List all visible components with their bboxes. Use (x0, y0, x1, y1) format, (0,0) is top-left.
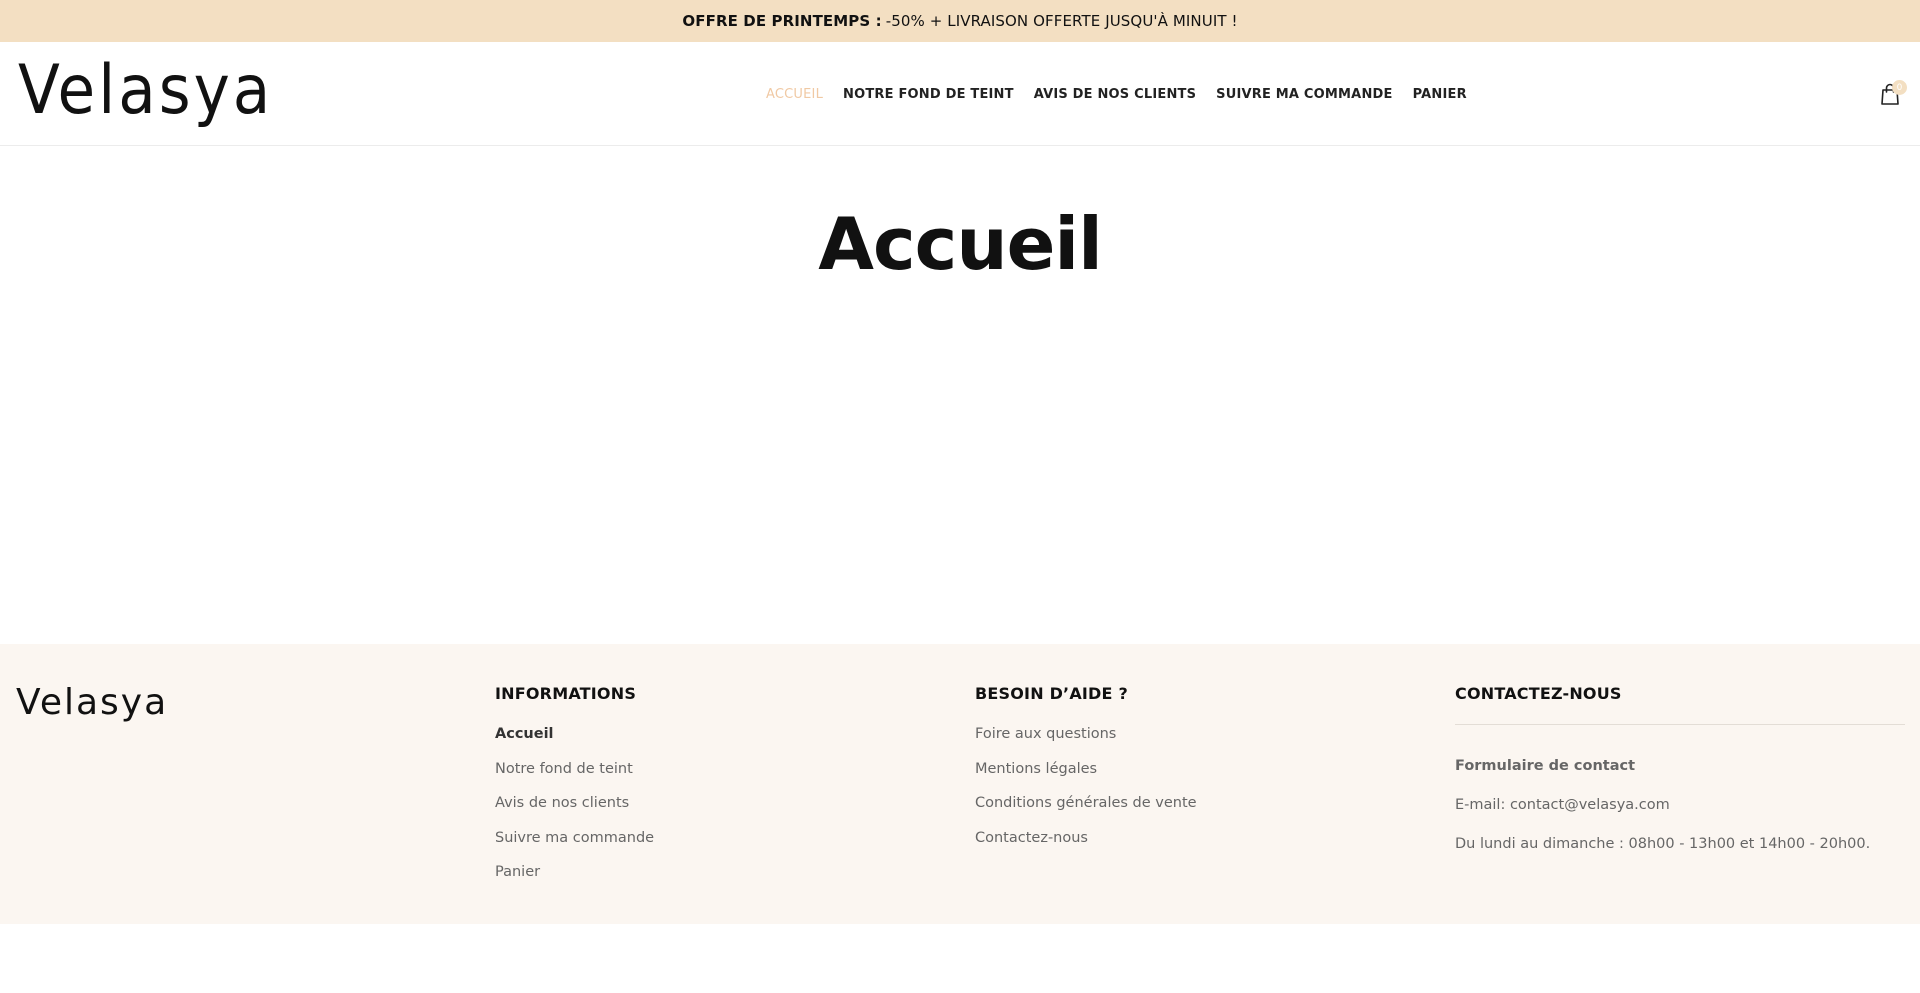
site-logo[interactable]: Velasya (18, 50, 273, 132)
footer-informations-heading: INFORMATIONS (495, 684, 637, 703)
main-nav: ACCUEIL NOTRE FOND DE TEINT AVIS DE NOS … (766, 42, 1467, 146)
nav-item-fond-de-teint[interactable]: NOTRE FOND DE TEINT (843, 87, 1014, 102)
footer-link-cgv[interactable]: Conditions générales de vente (975, 793, 1197, 828)
cart-count-badge: 0 (1892, 80, 1907, 95)
footer-logo[interactable]: Velasya (16, 682, 168, 723)
announcement-label: OFFRE DE PRINTEMPS : (682, 12, 882, 30)
footer-link-suivre-commande[interactable]: Suivre ma commande (495, 828, 654, 863)
footer-link-mentions-legales[interactable]: Mentions légales (975, 759, 1197, 794)
footer-contact-divider (1455, 724, 1905, 725)
nav-item-avis-clients[interactable]: AVIS DE NOS CLIENTS (1034, 87, 1196, 102)
footer-aide-heading: BESOIN D’AIDE ? (975, 684, 1128, 703)
footer-contact-form-link[interactable]: Formulaire de contact (1455, 756, 1905, 795)
footer-contact: CONTACTEZ-NOUS Formulaire de contact E-m… (1455, 684, 1905, 873)
footer-link-fond-de-teint[interactable]: Notre fond de teint (495, 759, 654, 794)
announcement-bar: OFFRE DE PRINTEMPS : -50% + LIVRAISON OF… (0, 0, 1920, 42)
site-footer: Velasya INFORMATIONS Accueil Notre fond … (0, 644, 1920, 924)
footer-informations: INFORMATIONS Accueil Notre fond de teint… (495, 684, 654, 897)
nav-item-suivre-commande[interactable]: SUIVRE MA COMMANDE (1216, 87, 1392, 102)
page-title: Accueil (818, 202, 1103, 286)
footer-contact-hours: Du lundi au dimanche : 08h00 - 13h00 et … (1455, 836, 1871, 852)
footer-link-contact[interactable]: Contactez-nous (975, 828, 1197, 863)
footer-contact-heading: CONTACTEZ-NOUS (1455, 684, 1622, 703)
site-header: Velasya ACCUEIL NOTRE FOND DE TEINT AVIS… (0, 42, 1920, 146)
footer-contact-email[interactable]: E-mail: contact@velasya.com (1455, 795, 1905, 834)
footer-link-avis-clients[interactable]: Avis de nos clients (495, 793, 654, 828)
nav-item-panier[interactable]: PANIER (1413, 87, 1467, 102)
footer-aide: BESOIN D’AIDE ? Foire aux questions Ment… (975, 684, 1197, 862)
footer-link-panier[interactable]: Panier (495, 862, 654, 897)
footer-link-accueil[interactable]: Accueil (495, 724, 654, 759)
announcement-text: -50% + LIVRAISON OFFERTE JUSQU'À MINUIT … (885, 12, 1238, 30)
nav-item-accueil[interactable]: ACCUEIL (766, 87, 823, 102)
footer-link-faq[interactable]: Foire aux questions (975, 724, 1197, 759)
